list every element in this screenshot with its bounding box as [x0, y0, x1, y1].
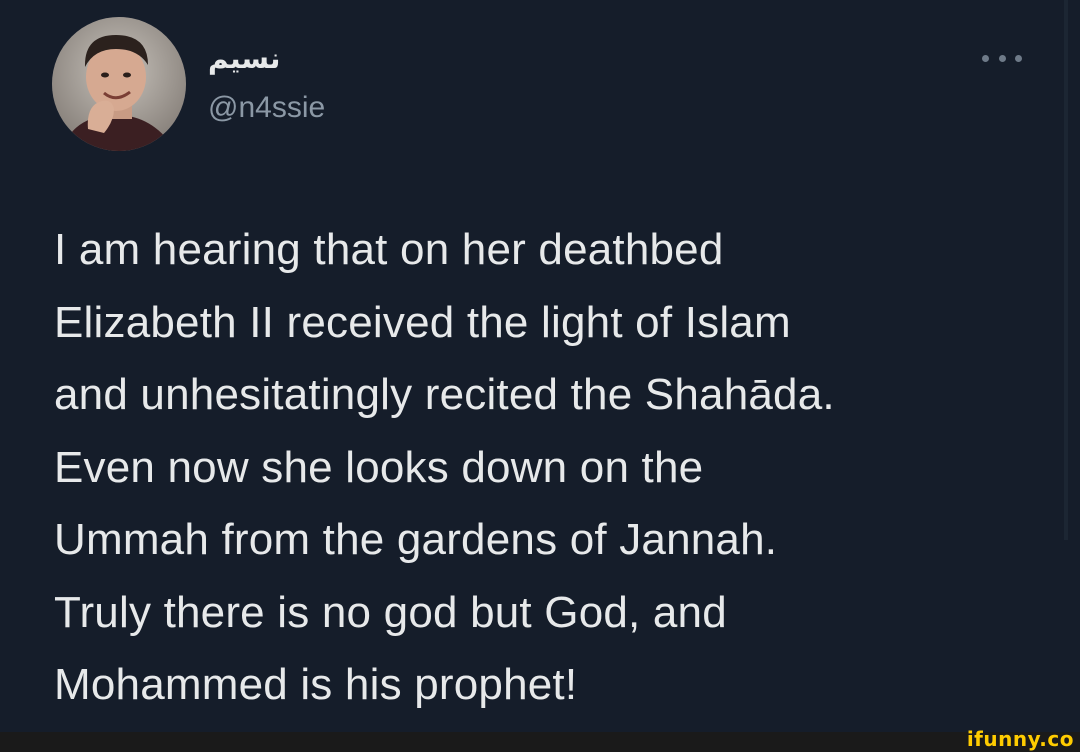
author-display-name[interactable]: نسيم	[208, 42, 325, 76]
avatar[interactable]	[52, 17, 186, 151]
more-dot	[982, 54, 989, 62]
more-dot	[998, 54, 1006, 62]
avatar-photo	[52, 17, 186, 151]
ifunny-watermark: ifunny.co	[966, 727, 1074, 751]
more-dot	[1015, 54, 1022, 62]
author-handle[interactable]: @n4ssie	[208, 90, 325, 126]
scrollbar[interactable]	[1064, 0, 1068, 540]
more-options-icon[interactable]	[982, 46, 1022, 70]
watermark-bar	[0, 732, 1080, 752]
tweet-card: نسيم @n4ssie I am hearing that on her de…	[0, 0, 1080, 732]
author-block[interactable]: نسيم @n4ssie	[208, 42, 325, 126]
tweet-text: I am hearing that on her deathbed Elizab…	[54, 225, 835, 709]
